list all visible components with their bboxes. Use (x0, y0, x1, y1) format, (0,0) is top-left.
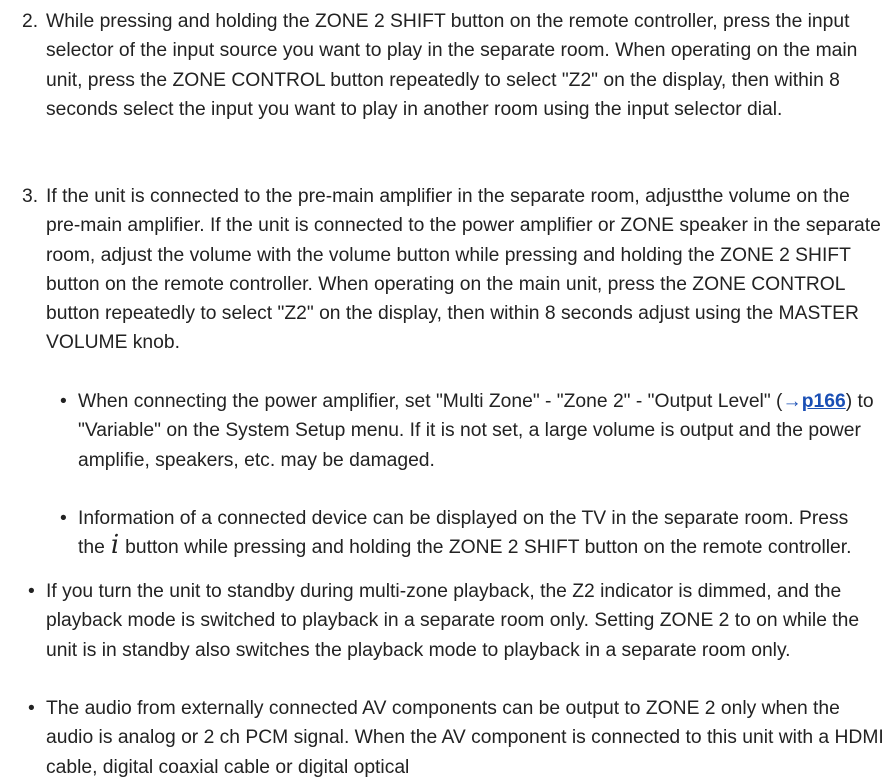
note-audio-output: • The audio from externally connected AV… (28, 694, 886, 782)
note-text: When connecting the power amplifier, set… (78, 391, 783, 412)
step-text: If the unit is connected to the pre-main… (46, 186, 881, 354)
bullet: • (28, 698, 35, 719)
sub-note-info-display: • Information of a connected device can … (60, 504, 868, 563)
step-text: While pressing and holding the ZONE 2 SH… (46, 11, 858, 120)
info-button-icon: i (110, 530, 120, 561)
bullet: • (60, 391, 67, 412)
sub-note-output-level: • When connecting the power amplifier, s… (60, 387, 888, 475)
note-text: If you turn the unit to standby during m… (46, 581, 860, 661)
manual-page: 2. While pressing and holding the ZONE 2… (0, 0, 895, 778)
bullet: • (28, 581, 35, 602)
page-link-p166[interactable]: p166 (802, 391, 846, 412)
step-3: 3. If the unit is connected to the pre-m… (22, 182, 886, 358)
note-text: The audio from externally connected AV c… (46, 698, 884, 778)
arrow-icon: → (782, 391, 802, 412)
step-number: 3. (22, 186, 39, 207)
note-text: button while pressing and holding the ZO… (125, 537, 852, 559)
bullet: • (60, 508, 67, 529)
note-standby: • If you turn the unit to standby during… (28, 577, 886, 665)
step-2: 2. While pressing and holding the ZONE 2… (22, 7, 886, 124)
step-number: 2. (22, 11, 39, 32)
